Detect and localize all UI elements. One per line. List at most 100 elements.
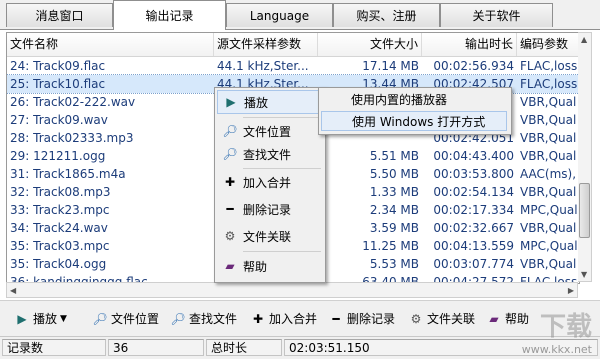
scroll-left-icon[interactable]: ◀ <box>10 286 16 295</box>
submenu-builtin-player[interactable]: 使用内置的播放器 <box>321 90 507 110</box>
column-output-duration[interactable]: 输出时长 <box>422 33 517 56</box>
submenu-windows-open-with[interactable]: 使用 Windows 打开方式 <box>321 111 507 131</box>
row-file-size: 5.53 MB <box>369 257 419 271</box>
column-file-size[interactable]: 文件大小 <box>318 33 422 56</box>
bottom-toolbar: ▶ 播放 ▼ 🔎︎ 文件位置 🔎︎ 查找文件 ✚ 加入合并 ━ 删除记录 ⚙ 文… <box>0 300 600 337</box>
row-filename: 24: Track09.flac <box>10 59 106 73</box>
toolbar-file-location-button[interactable]: 🔎︎ 文件位置 <box>92 309 159 329</box>
minus-icon: ━ <box>226 202 234 216</box>
menu-item-help[interactable]: ▰ 帮助 <box>217 254 323 278</box>
menu-item-file-association[interactable]: ⚙ 文件关联 <box>217 224 323 248</box>
menu-item-file-location[interactable]: 🔎︎ 文件位置 <box>217 119 323 143</box>
row-encoding-params: AAC(ms), <box>520 167 577 181</box>
toolbar-play-button[interactable]: ▶ 播放 ▼ <box>14 309 67 329</box>
magnifier-icon: 🔎︎ <box>92 312 108 326</box>
status-record-count: 36 <box>108 339 204 356</box>
row-output-duration: 00:03:53.800 <box>433 167 514 181</box>
scroll-right-icon[interactable]: ▶ <box>568 286 574 295</box>
chevron-down-icon[interactable]: ▼ <box>60 309 67 329</box>
row-encoding-params: MPC,Qual <box>520 203 578 217</box>
row-file-size: 11.25 MB <box>362 239 419 253</box>
column-source-params[interactable]: 源文件采样参数 <box>214 33 318 56</box>
row-encoding-params: VBR,Qual <box>520 257 577 271</box>
gear-icon: ⚙ <box>224 229 236 243</box>
menu-item-label: 查找文件 <box>243 147 292 162</box>
table-row[interactable]: 24: Track09.flac 44.1 kHz,Ster... 17.14 MB… <box>7 57 579 75</box>
row-encoding-params: FLAC,loss <box>520 59 578 73</box>
column-encoding-params[interactable]: 编码参数 <box>517 33 579 56</box>
row-filename: 34: Track24.wav <box>10 221 108 235</box>
row-output-duration: 00:02:17.334 <box>433 203 514 217</box>
row-encoding-params: FLAC,loss <box>520 77 578 91</box>
row-encoding-params: VBR,Qual <box>520 185 577 199</box>
scroll-up-icon[interactable]: ▲ <box>581 35 587 44</box>
watermark: 下载 www.kkx.net <box>522 306 592 356</box>
menu-item-label: 文件关联 <box>243 229 292 244</box>
help-book-icon: ▰ <box>489 312 499 326</box>
row-filename: 32: Track08.mp3 <box>10 185 111 199</box>
menu-item-play[interactable]: ▶ 播放 <box>217 90 323 114</box>
menu-item-find-file[interactable]: 🔎︎ 查找文件 <box>217 142 323 166</box>
magnifier-icon: 🔎︎ <box>222 124 238 138</box>
row-filename: 29: 121211.ogg <box>10 149 106 163</box>
menu-item-label: 加入合并 <box>243 175 292 190</box>
row-source-params: 44.1 kHz,Ster... <box>217 59 309 73</box>
tab-output-log[interactable]: 输出记录 <box>113 0 226 30</box>
toolbar-add-merge-button[interactable]: ✚ 加入合并 <box>250 309 317 329</box>
play-submenu: 使用内置的播放器 使用 Windows 打开方式 <box>318 87 512 135</box>
horizontal-scrollbar[interactable]: ◀ ▶ <box>6 282 578 298</box>
row-filename: 28: Track02333.mp3 <box>10 131 134 145</box>
tab-purchase[interactable]: 购买、注册 <box>333 3 440 27</box>
status-total-duration-label: 总时长 <box>206 339 282 356</box>
row-file-size: 3.59 MB <box>369 221 419 235</box>
menu-item-add-merge[interactable]: ✚ 加入合并 <box>217 170 323 194</box>
menu-item-label: 文件位置 <box>243 124 292 139</box>
list-header: 文件名称 源文件采样参数 文件大小 输出时长 编码参数 <box>7 33 579 57</box>
row-file-size: 2.34 MB <box>369 203 419 217</box>
row-filename: 27: Track09.wav <box>10 113 108 127</box>
gear-icon: ⚙ <box>410 312 422 326</box>
watermark-url: www.kkx.net <box>521 343 592 356</box>
menu-item-delete-record[interactable]: ━ 删除记录 <box>217 197 323 221</box>
context-menu: ▶ 播放 🔎︎ 文件位置 🔎︎ 查找文件 ✚ 加入合并 ━ 删除记录 ⚙ 文件关… <box>214 87 326 283</box>
toolbar-file-location-label: 文件位置 <box>111 312 160 326</box>
row-encoding-params: VBR,Qual <box>520 113 577 127</box>
row-encoding-params: VBR,Qual <box>520 221 577 235</box>
vertical-scrollbar[interactable]: ▲ ▼ <box>578 32 592 282</box>
row-file-size: 5.50 MB <box>369 167 419 181</box>
menu-item-label: 播放 <box>244 95 269 110</box>
row-output-duration: 00:02:32.667 <box>433 221 514 235</box>
watermark-logo-text: 下载 <box>539 312 592 342</box>
row-encoding-params: VBR,Qual <box>520 131 577 145</box>
toolbar-delete-record-button[interactable]: ━ 删除记录 <box>328 309 395 329</box>
menu-separator <box>243 251 321 252</box>
row-file-size: 1.33 MB <box>369 185 419 199</box>
menu-separator <box>243 168 321 169</box>
menu-separator <box>243 117 321 118</box>
row-encoding-params: VBR,Qual <box>520 149 577 163</box>
tab-about[interactable]: 关于软件 <box>440 3 553 27</box>
menu-item-label: 帮助 <box>243 259 268 274</box>
column-filename[interactable]: 文件名称 <box>7 33 214 56</box>
toolbar-find-file-button[interactable]: 🔎︎ 查找文件 <box>170 309 237 329</box>
row-encoding-params: VBR,Qual <box>520 95 577 109</box>
menu-item-label: 删除记录 <box>243 202 292 217</box>
search-icon: 🔎︎ <box>170 312 186 326</box>
row-encoding-params: MPC,Qual <box>520 239 578 253</box>
row-filename: 26: Track02-222.wav <box>10 95 136 109</box>
row-file-size: 5.51 MB <box>369 149 419 163</box>
row-filename: 33: Track23.mpc <box>10 203 110 217</box>
row-filename: 25: Track10.flac <box>10 77 106 91</box>
row-file-size: 17.14 MB <box>362 59 419 73</box>
row-output-duration: 00:04:43.400 <box>433 149 514 163</box>
tab-messages[interactable]: 消息窗口 <box>6 3 113 27</box>
vertical-scroll-thumb[interactable] <box>579 183 590 238</box>
status-record-count-label: 记录数 <box>2 339 106 356</box>
toolbar-delete-record-label: 删除记录 <box>347 312 396 326</box>
search-icon: 🔎︎ <box>222 147 238 161</box>
toolbar-find-file-label: 查找文件 <box>189 312 238 326</box>
row-output-duration: 00:04:13.559 <box>433 239 514 253</box>
tab-language[interactable]: Language <box>226 3 333 27</box>
toolbar-file-association-button[interactable]: ⚙ 文件关联 <box>408 309 475 329</box>
scroll-down-icon[interactable]: ▼ <box>581 270 587 279</box>
